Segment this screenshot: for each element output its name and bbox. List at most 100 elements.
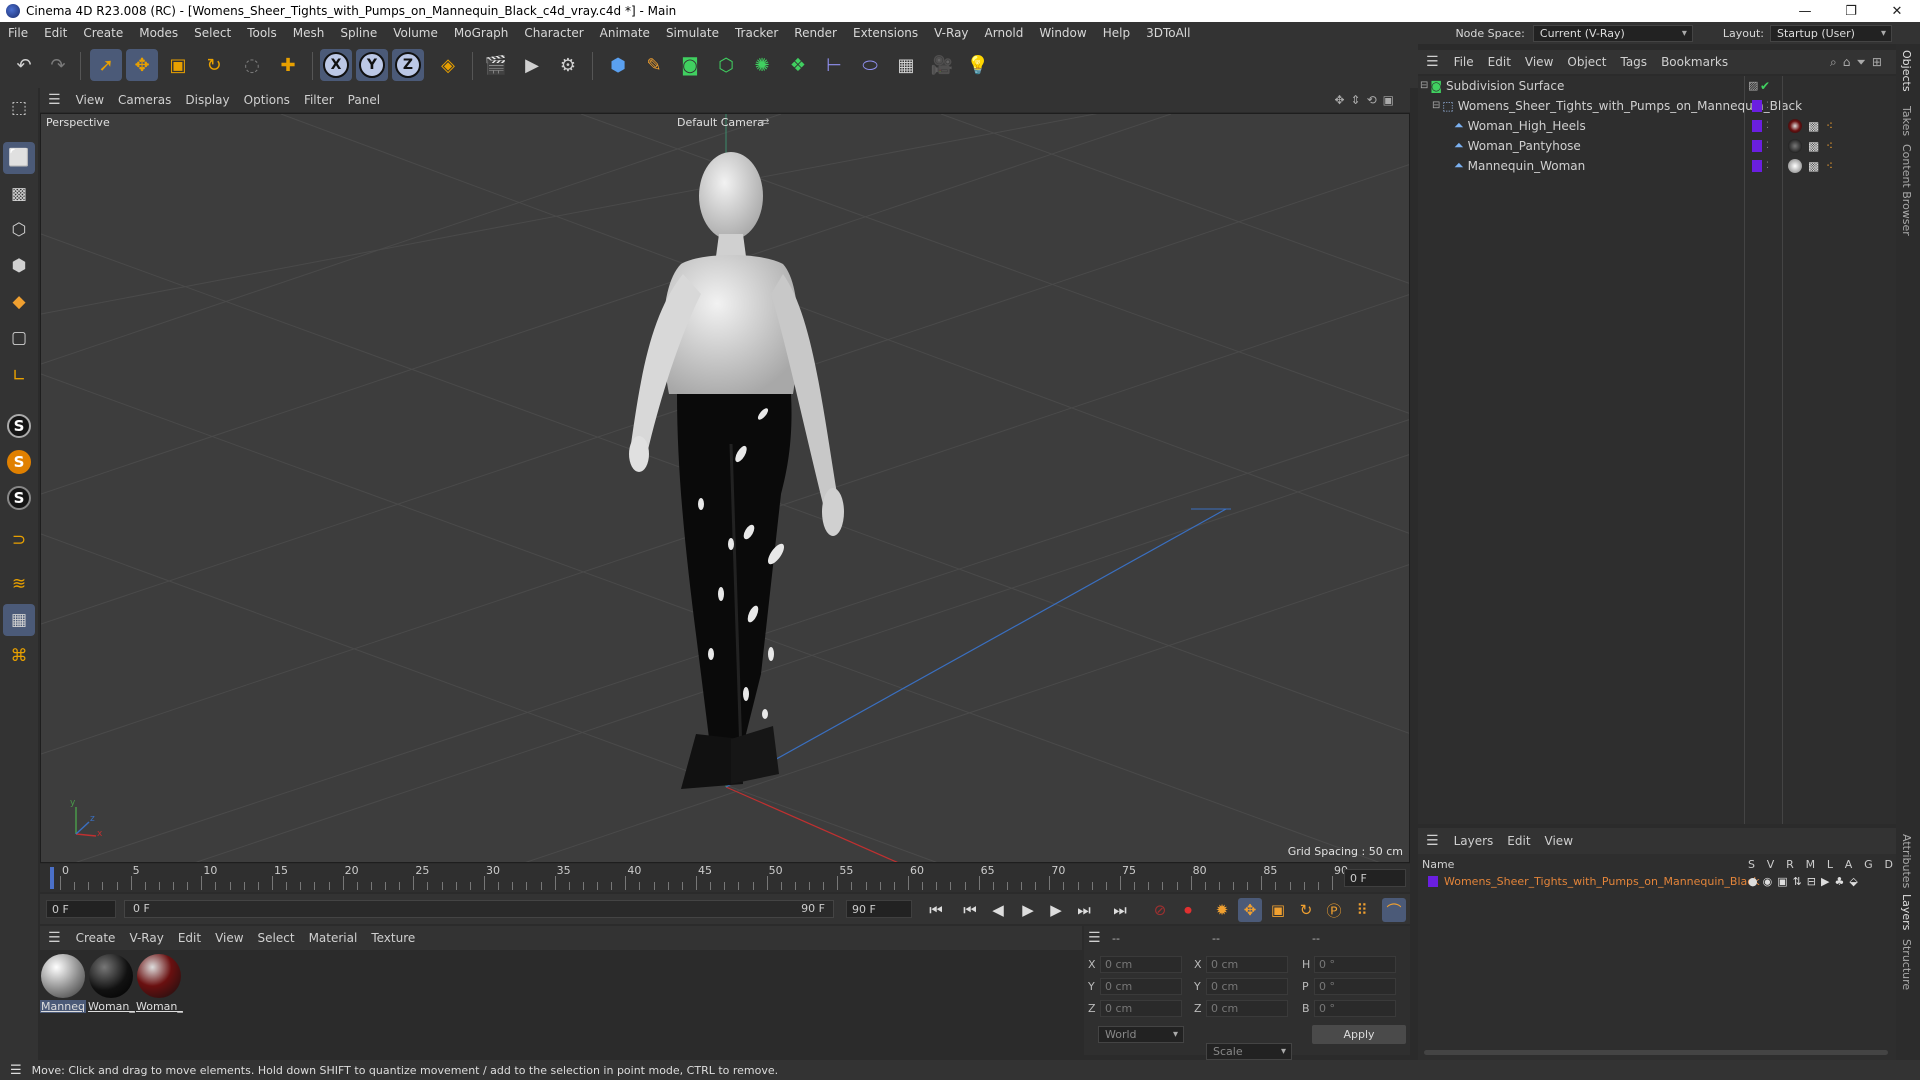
coordinate-mode-dropdown[interactable]: Scale <box>1206 1043 1292 1060</box>
tab-structure[interactable]: Structure <box>1900 939 1913 990</box>
tab-objects[interactable]: Objects <box>1900 50 1913 92</box>
layer-color-swatch[interactable] <box>1752 100 1762 112</box>
vray-tag-icon[interactable]: ⁖ <box>1826 119 1833 133</box>
object-search-icons[interactable]: ⌕⌂⏷⊞ <box>1830 55 1888 70</box>
visibility-dots-icon[interactable]: ⁚ <box>1766 161 1769 171</box>
object-row-mannequin[interactable]: ⏶ Mannequin_Woman ⁚ ▩ ⁖ <box>1418 156 1896 175</box>
texture-mode-icon[interactable]: ▩ <box>3 178 35 210</box>
coordinate-move-icon[interactable]: ✚ <box>272 49 304 81</box>
redo-icon[interactable]: ↷ <box>42 49 74 81</box>
make-editable-icon[interactable]: ⬚ <box>3 92 35 124</box>
camera-link-icon[interactable]: ⇄ <box>761 117 769 128</box>
key-scale-icon[interactable]: ▣ <box>1266 898 1290 922</box>
menu-extensions[interactable]: Extensions <box>845 26 926 40</box>
tree-collapse-icon[interactable]: ⊟ <box>1420 80 1428 91</box>
uv-tag-icon[interactable]: ▩ <box>1808 119 1819 133</box>
enabled-check-icon[interactable]: ✔ <box>1760 79 1770 93</box>
menu-character[interactable]: Character <box>516 26 591 40</box>
menu-simulate[interactable]: Simulate <box>658 26 727 40</box>
layer-horizontal-scrollbar[interactable] <box>1424 1050 1888 1055</box>
material-menu-texture[interactable]: Texture <box>364 931 422 945</box>
uv-tag-icon[interactable]: ▩ <box>1808 139 1819 153</box>
coords-hamburger-icon[interactable]: ☰ <box>1088 930 1101 946</box>
subdivision-surface-icon[interactable]: ◙ <box>674 49 706 81</box>
material-menu-create[interactable]: Create <box>69 931 123 945</box>
material-tag-icon[interactable] <box>1788 118 1802 133</box>
uv-mode-icon[interactable]: ▢ <box>3 322 35 354</box>
position-x-field[interactable]: 0 cm <box>1100 956 1182 973</box>
menu-render[interactable]: Render <box>786 26 845 40</box>
menu-window[interactable]: Window <box>1031 26 1094 40</box>
material-tag-icon[interactable] <box>1788 138 1802 153</box>
menu-arnold[interactable]: Arnold <box>977 26 1032 40</box>
position-z-field[interactable]: 0 cm <box>1100 1000 1182 1017</box>
viewport-menu-filter[interactable]: Filter <box>297 93 341 107</box>
snap-icon-1[interactable]: S <box>3 410 35 442</box>
extrude-generator-icon[interactable]: ⬡ <box>710 49 742 81</box>
layer-menu-edit[interactable]: Edit <box>1500 834 1537 848</box>
uv-tag-icon[interactable]: ▩ <box>1808 159 1819 173</box>
material-menu-material[interactable]: Material <box>302 931 365 945</box>
object-menu-view[interactable]: View <box>1518 55 1560 69</box>
menu-create[interactable]: Create <box>75 26 131 40</box>
tab-content-browser[interactable]: Content Browser <box>1900 144 1913 236</box>
layer-color-swatch[interactable] <box>1752 140 1762 152</box>
y-axis-lock-button[interactable]: Y <box>356 49 388 81</box>
select-tool-icon[interactable]: ➚ <box>90 49 122 81</box>
play-icon[interactable]: ▶ <box>1016 898 1040 922</box>
tab-takes[interactable]: Takes <box>1900 106 1913 136</box>
grid-icon[interactable]: ▦ <box>3 604 35 636</box>
z-axis-lock-button[interactable]: Z <box>392 49 424 81</box>
size-x-field[interactable]: 0 cm <box>1206 956 1288 973</box>
size-z-field[interactable]: 0 cm <box>1206 1000 1288 1017</box>
end-frame-field[interactable]: 90 F <box>846 900 912 918</box>
live-selection-icon[interactable]: ◌ <box>236 49 268 81</box>
sculpt-icon[interactable]: ⌘ <box>3 640 35 672</box>
menu-mograph[interactable]: MoGraph <box>446 26 517 40</box>
visibility-dots-icon[interactable]: ⁚ <box>1766 101 1769 111</box>
viewport-camera-label[interactable]: Default Camera <box>677 116 764 129</box>
cube-primitive-icon[interactable]: ⬢ <box>602 49 634 81</box>
viewport-hamburger-icon[interactable]: ☰ <box>40 92 69 108</box>
start-frame-field[interactable]: 0 F <box>46 900 116 918</box>
layer-color-swatch[interactable] <box>1752 120 1762 132</box>
menu-tools[interactable]: Tools <box>239 26 285 40</box>
material-menu-view[interactable]: View <box>208 931 250 945</box>
next-frame-icon[interactable]: ▶ <box>1044 898 1068 922</box>
record-icon[interactable]: ⏺ <box>1176 898 1200 922</box>
key-pla-icon[interactable]: ⠿ <box>1350 898 1374 922</box>
keyframe-selection-icon[interactable]: ✹ <box>1210 898 1234 922</box>
menu-volume[interactable]: Volume <box>385 26 446 40</box>
render-view-icon[interactable]: ▶ <box>516 49 548 81</box>
rotation-p-field[interactable]: 0 ° <box>1314 978 1396 995</box>
undo-icon[interactable]: ↶ <box>8 49 40 81</box>
move-tool-icon[interactable]: ✥ <box>126 49 158 81</box>
key-rotation-icon[interactable]: ↻ <box>1294 898 1318 922</box>
render-settings-icon[interactable]: ⚙ <box>552 49 584 81</box>
menu-3dtoall[interactable]: 3DToAll <box>1138 26 1198 40</box>
minimize-button[interactable]: — <box>1782 0 1828 22</box>
key-position-icon[interactable]: ✥ <box>1238 898 1262 922</box>
coordinate-space-dropdown[interactable]: World <box>1098 1026 1184 1043</box>
menu-edit[interactable]: Edit <box>36 26 75 40</box>
apply-button[interactable]: Apply <box>1312 1025 1406 1044</box>
frame-range-slider[interactable]: 0 F 90 F <box>124 900 834 918</box>
material-swatch[interactable]: Woman_ <box>136 950 183 1014</box>
menu-animate[interactable]: Animate <box>592 26 658 40</box>
scale-tool-icon[interactable]: ▣ <box>162 49 194 81</box>
tab-layers[interactable]: Layers <box>1900 894 1913 930</box>
menu-help[interactable]: Help <box>1095 26 1138 40</box>
cloner-icon[interactable]: ✺ <box>746 49 778 81</box>
object-menu-bookmarks[interactable]: Bookmarks <box>1654 55 1735 69</box>
layer-color-swatch[interactable] <box>1752 160 1762 172</box>
layer-grid-icon[interactable]: ≋ <box>3 568 35 600</box>
material-swatch[interactable]: Woman_ <box>88 950 135 1014</box>
object-row-group[interactable]: ⊟ ⬚ Womens_Sheer_Tights_with_Pumps_on_Ma… <box>1418 96 1896 115</box>
object-menu-file[interactable]: File <box>1447 55 1481 69</box>
magnet-icon[interactable]: ⊃ <box>3 524 35 556</box>
material-menu-edit[interactable]: Edit <box>171 931 208 945</box>
object-menu-edit[interactable]: Edit <box>1481 55 1518 69</box>
edit-toggle-icon[interactable]: ▨ <box>1748 79 1758 92</box>
rotation-b-field[interactable]: 0 ° <box>1314 1000 1396 1017</box>
layer-hamburger-icon[interactable]: ☰ <box>1418 833 1447 849</box>
